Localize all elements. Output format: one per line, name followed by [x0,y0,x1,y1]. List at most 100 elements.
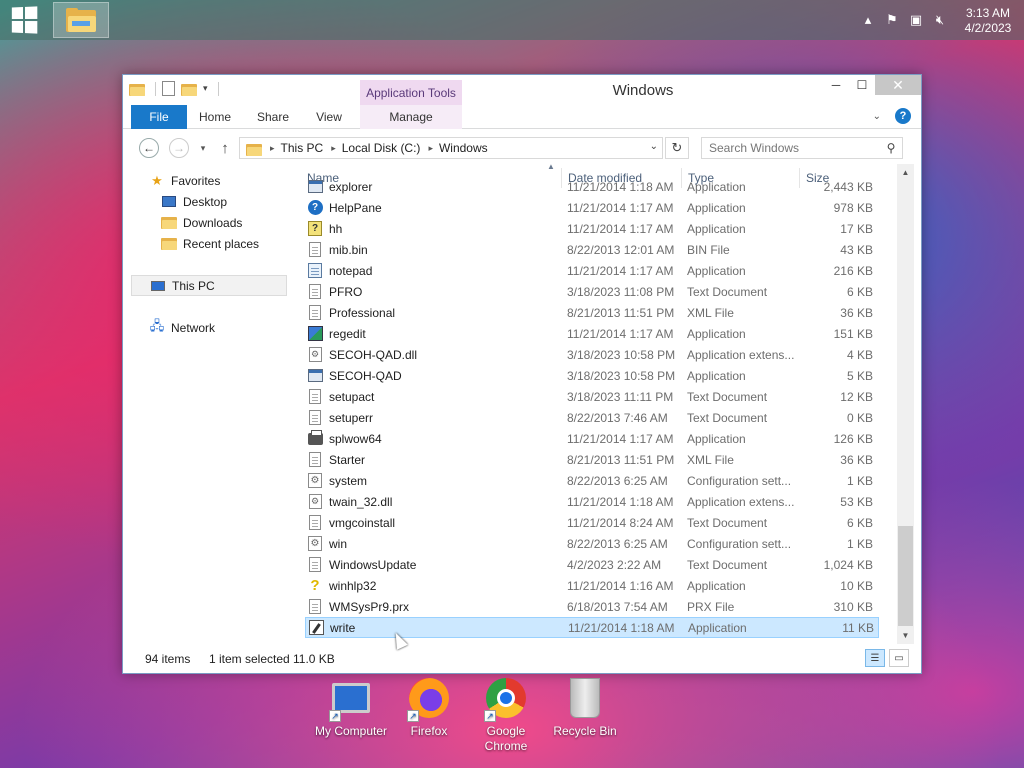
computer-icon [150,278,166,294]
taskbar-file-explorer[interactable] [53,2,109,38]
tab-manage[interactable]: Manage [360,105,462,129]
file-row[interactable]: ? hh 11/21/2014 1:17 AM Application 17 KB [305,218,879,239]
file-row[interactable]: ⚙ system 8/22/2013 6:25 AM Configuration se… [305,470,879,491]
file-row[interactable]: notepad 11/21/2014 1:17 AM Application 216 … [305,260,879,281]
refresh-icon: ↻ [671,140,683,155]
file-row[interactable]: PFRO 3/18/2023 11:08 PM Text Document 6 KB [305,281,879,302]
nav-favorites[interactable]: ★ Favorites [149,170,220,191]
file-row[interactable]: ? winhlp32 11/21/2014 1:16 AM Application 10… [305,575,879,596]
nav-recent-places[interactable]: Recent places [161,233,259,254]
file-row[interactable]: ⚙ SECOH-QAD.dll 3/18/2023 10:58 PM Applicat… [305,344,879,365]
breadcrumb-local-disk[interactable]: Local Disk (C:) [342,141,421,155]
file-row[interactable]: SECOH-QAD 3/18/2023 10:58 PM Application 5 … [305,365,879,386]
forward-button[interactable]: → [169,138,189,158]
desktop-icon-monitor[interactable]: ↗ My Computer [311,674,391,739]
file-row[interactable]: setupact 3/18/2023 11:11 PM Text Document 1… [305,386,879,407]
file-size: 36 KB [840,305,873,320]
file-explorer-icon [66,8,96,32]
refresh-button[interactable]: ↻ [665,137,689,159]
customize-qat-icon[interactable]: ▾ [203,83,208,94]
tab-view[interactable]: View [309,105,349,129]
nav-network[interactable]: 🖧︎ Network [149,317,215,338]
file-name: hh [329,221,343,236]
nav-desktop[interactable]: Desktop [161,191,227,212]
file-type: Text Document [687,515,768,530]
file-row[interactable]: ⚙ twain_32.dll 11/21/2014 1:18 AM Applicati… [305,491,879,512]
breadcrumb-separator-icon[interactable]: ▸ [331,143,336,154]
desktop-icon-bin[interactable]: Recycle Bin [545,674,625,739]
desktop-icon-chrome[interactable]: ↗ Google Chrome [466,674,546,754]
selection-count: 1 item selected [209,652,290,666]
desktop-icon-firefox[interactable]: ↗ Firefox [389,674,469,739]
help-icon[interactable]: ? [895,108,911,124]
star-icon: ★ [151,172,163,188]
folder-icon [129,83,145,96]
address-bar[interactable]: ▸ This PC ▸ Local Disk (C:) ▸ Windows ⌄ [239,137,663,159]
file-type: Application [687,578,746,593]
search-input[interactable]: Search Windows ⚲ [701,137,903,159]
network-error-icon[interactable]: ▣ [904,0,928,40]
file-date: 11/21/2014 8:24 AM [567,515,674,530]
file-type: BIN File [687,242,730,257]
file-row[interactable]: regedit 11/21/2014 1:17 AM Application 151 … [305,323,879,344]
file-row[interactable]: setuperr 8/22/2013 7:46 AM Text Document 0 … [305,407,879,428]
large-icons-view-icon[interactable]: ▭ [889,649,909,667]
flag-error-icon[interactable]: ⚑ [880,0,904,40]
tab-home[interactable]: Home [193,105,237,129]
file-row[interactable]: WMSysPr9.prx 6/18/2013 7:54 AM PRX File 310… [305,596,879,617]
file-size: 0 KB [846,410,873,425]
clock[interactable]: 3:13 AM 4/2/2023 [952,4,1024,36]
file-row[interactable]: WindowsUpdate 4/2/2023 2:22 AM Text Docume… [305,554,879,575]
file-name: HelpPane [329,200,382,215]
breadcrumb-this-pc[interactable]: This PC [281,141,324,155]
nav-this-pc[interactable]: This PC [131,275,287,296]
chevron-up-icon[interactable]: ▴ [856,0,880,40]
recent-locations-button[interactable]: ▾ [197,138,209,158]
gear-file-icon: ⚙ [307,473,323,489]
minimize-button[interactable]: ─ [823,75,849,95]
scroll-up-icon[interactable]: ▲ [897,164,914,181]
windows-logo-icon [11,6,38,34]
back-button[interactable]: ← [139,138,159,158]
nav-downloads[interactable]: Downloads [161,212,242,233]
file-row[interactable]: explorer 11/21/2014 1:18 AM Application 2,4… [305,176,879,197]
title-bar[interactable]: ▾ Application Tools Windows ─ ☐ ✕ [123,75,921,105]
file-row[interactable]: splwow64 11/21/2014 1:17 AM Application 126… [305,428,879,449]
scrollbar-thumb[interactable] [898,526,913,626]
breadcrumb-separator-icon[interactable]: ▸ [270,143,275,154]
start-button[interactable] [0,0,48,40]
file-row[interactable]: vmgcoinstall 11/21/2014 8:24 AM Text Docum… [305,512,879,533]
details-view-icon[interactable]: ☰ [865,649,885,667]
file-size: 310 KB [833,599,873,614]
scroll-down-icon[interactable]: ▼ [897,627,914,644]
nav-desktop-label: Desktop [183,194,228,209]
file-row[interactable]: ? HelpPane 11/21/2014 1:17 AM Application 97… [305,197,879,218]
file-type: Text Document [687,389,768,404]
file-size: 1,024 KB [823,557,873,572]
file-row[interactable]: Starter 8/21/2013 11:51 PM XML File 36 KB [305,449,879,470]
file-size: 1 KB [846,536,873,551]
doc-file-icon [307,305,323,321]
volume-muted-icon[interactable]: 🔇︎ [928,0,952,40]
maximize-button[interactable]: ☐ [849,75,875,95]
file-row[interactable]: mib.bin 8/22/2013 12:01 AM BIN File 43 KB [305,239,879,260]
breadcrumb-separator-icon[interactable]: ▸ [428,143,433,154]
file-type: Application [687,368,746,383]
tab-share[interactable]: Share [251,105,295,129]
window-title: Windows [612,82,674,99]
properties-icon[interactable] [162,81,175,96]
arrow-left-icon: ← [143,141,155,155]
file-date: 3/18/2023 10:58 PM [567,347,676,362]
up-button[interactable]: ↑ [215,138,235,158]
tab-file[interactable]: File [131,105,187,129]
expand-ribbon-icon[interactable]: ⌄ [873,111,881,122]
close-button[interactable]: ✕ [875,75,921,95]
breadcrumb-windows[interactable]: Windows [439,141,488,155]
new-folder-icon[interactable] [181,83,197,96]
file-row[interactable]: Professional 8/21/2013 11:51 PM XML File 36… [305,302,879,323]
vertical-scrollbar[interactable]: ▲ ▼ [897,164,914,644]
regedit-file-icon [307,326,323,342]
hh-file-icon: ? [307,221,323,237]
file-row[interactable]: ⚙ win 8/22/2013 6:25 AM Configuration sett.… [305,533,879,554]
address-dropdown-icon[interactable]: ⌄ [650,141,658,152]
